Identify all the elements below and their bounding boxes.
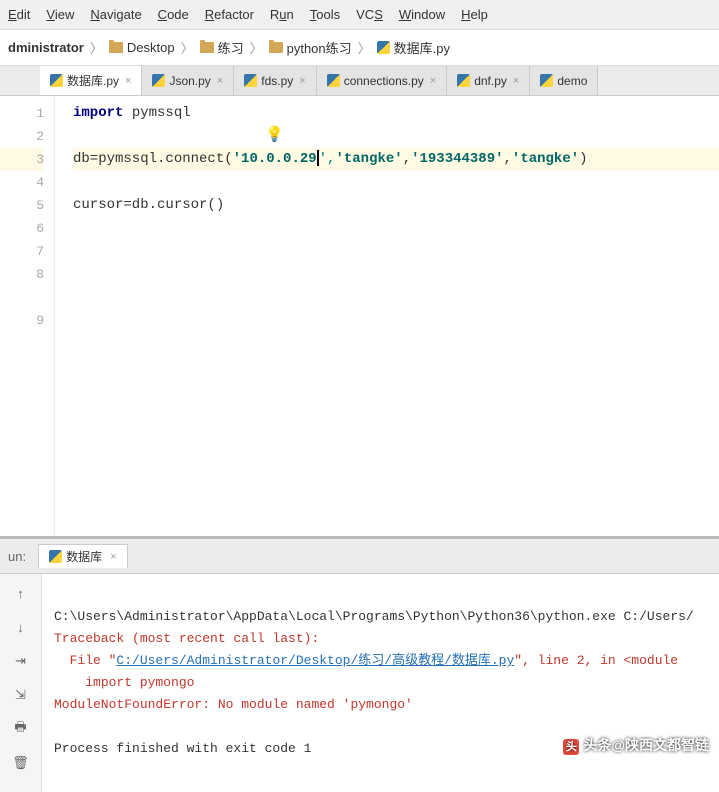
python-file-icon xyxy=(244,74,257,87)
arrow-down-icon[interactable]: ↓ xyxy=(10,616,32,638)
lightbulb-icon[interactable]: 💡 xyxy=(265,124,284,147)
tab-fds[interactable]: fds.py× xyxy=(234,66,316,95)
toutiao-logo-icon: 头 xyxy=(563,739,579,755)
menu-run[interactable]: Run xyxy=(262,4,302,25)
close-icon[interactable]: × xyxy=(430,75,436,87)
scroll-to-end-icon[interactable]: ⇲ xyxy=(10,684,32,706)
close-icon[interactable]: × xyxy=(513,75,519,87)
run-tab[interactable]: 数据库× xyxy=(38,544,127,568)
close-icon[interactable]: × xyxy=(217,75,223,87)
print-icon[interactable]: 🖶 xyxy=(10,718,32,740)
console-error-line: ModuleNotFoundError: No module named 'py… xyxy=(54,697,413,712)
menu-vcs[interactable]: VCS xyxy=(348,4,391,25)
menu-navigate[interactable]: Navigate xyxy=(82,4,149,25)
console-output[interactable]: C:\Users\Administrator\AppData\Local\Pro… xyxy=(42,574,719,792)
breadcrumb-item[interactable]: 练习 xyxy=(196,36,248,59)
chevron-right-icon: 〉 xyxy=(248,38,265,57)
menu-code[interactable]: Code xyxy=(150,4,197,25)
code-content[interactable]: 💡 import pymssql db=pymssql.connect('10.… xyxy=(55,96,719,536)
menu-window[interactable]: Window xyxy=(391,4,453,25)
chevron-right-icon: 〉 xyxy=(356,38,373,57)
python-file-icon xyxy=(540,74,553,87)
menu-bar: Edit View Navigate Code Refactor Run Too… xyxy=(0,0,719,30)
menu-help[interactable]: Help xyxy=(453,4,496,25)
close-icon[interactable]: × xyxy=(125,75,131,87)
menu-tools[interactable]: Tools xyxy=(302,4,348,25)
menu-view[interactable]: View xyxy=(38,4,82,25)
tab-dnf[interactable]: dnf.py× xyxy=(447,66,530,95)
breadcrumb-item[interactable]: dministrator xyxy=(4,38,88,57)
menu-refactor[interactable]: Refactor xyxy=(197,4,262,25)
code-editor[interactable]: 1 2 3 4 5 6 7 8 9 💡 import pymssql db=py… xyxy=(0,96,719,536)
line-gutter: 1 2 3 4 5 6 7 8 9 xyxy=(0,96,55,536)
menu-edit[interactable]: Edit xyxy=(0,4,38,25)
python-file-icon xyxy=(50,74,63,87)
console-error-line: import pymongo xyxy=(54,675,194,690)
console-line: Process finished with exit code 1 xyxy=(54,741,311,756)
tab-database[interactable]: 数据库.py× xyxy=(40,66,142,95)
tab-demo[interactable]: demo xyxy=(530,66,598,95)
folder-icon xyxy=(109,42,123,53)
breadcrumb-item[interactable]: 数据库.py xyxy=(373,36,454,59)
close-icon[interactable]: × xyxy=(110,551,116,563)
chevron-right-icon: 〉 xyxy=(179,38,196,57)
editor-tabs: 数据库.py× Json.py× fds.py× connections.py×… xyxy=(0,66,719,96)
tab-json[interactable]: Json.py× xyxy=(142,66,234,95)
arrow-up-icon[interactable]: ↑ xyxy=(10,582,32,604)
close-icon[interactable]: × xyxy=(299,75,305,87)
python-file-icon xyxy=(457,74,470,87)
folder-icon xyxy=(269,42,283,53)
breadcrumb-item[interactable]: python练习 xyxy=(265,36,356,59)
run-panel-header: un: 数据库× xyxy=(0,539,719,574)
python-file-icon xyxy=(49,550,62,563)
breadcrumb: dministrator 〉 Desktop 〉 练习 〉 python练习 〉… xyxy=(0,30,719,66)
breadcrumb-item[interactable]: Desktop xyxy=(105,38,179,57)
python-file-icon xyxy=(377,41,390,54)
folder-icon xyxy=(200,42,214,53)
console-line: C:\Users\Administrator\AppData\Local\Pro… xyxy=(54,609,694,624)
chevron-right-icon: 〉 xyxy=(88,38,105,57)
run-toolbar: ↑ ↓ ⇥ ⇲ 🖶 🗑 xyxy=(0,574,42,792)
soft-wrap-icon[interactable]: ⇥ xyxy=(10,650,32,672)
python-file-icon xyxy=(152,74,165,87)
tab-connections[interactable]: connections.py× xyxy=(317,66,448,95)
run-label: un: xyxy=(8,549,26,564)
error-file-link[interactable]: C:/Users/Administrator/Desktop/练习/高级教程/数… xyxy=(116,653,514,668)
console-error-line: Traceback (most recent call last): xyxy=(54,631,319,646)
watermark: 头头条@陕西文都智链 xyxy=(563,735,709,755)
python-file-icon xyxy=(327,74,340,87)
trash-icon[interactable]: 🗑 xyxy=(10,752,32,774)
